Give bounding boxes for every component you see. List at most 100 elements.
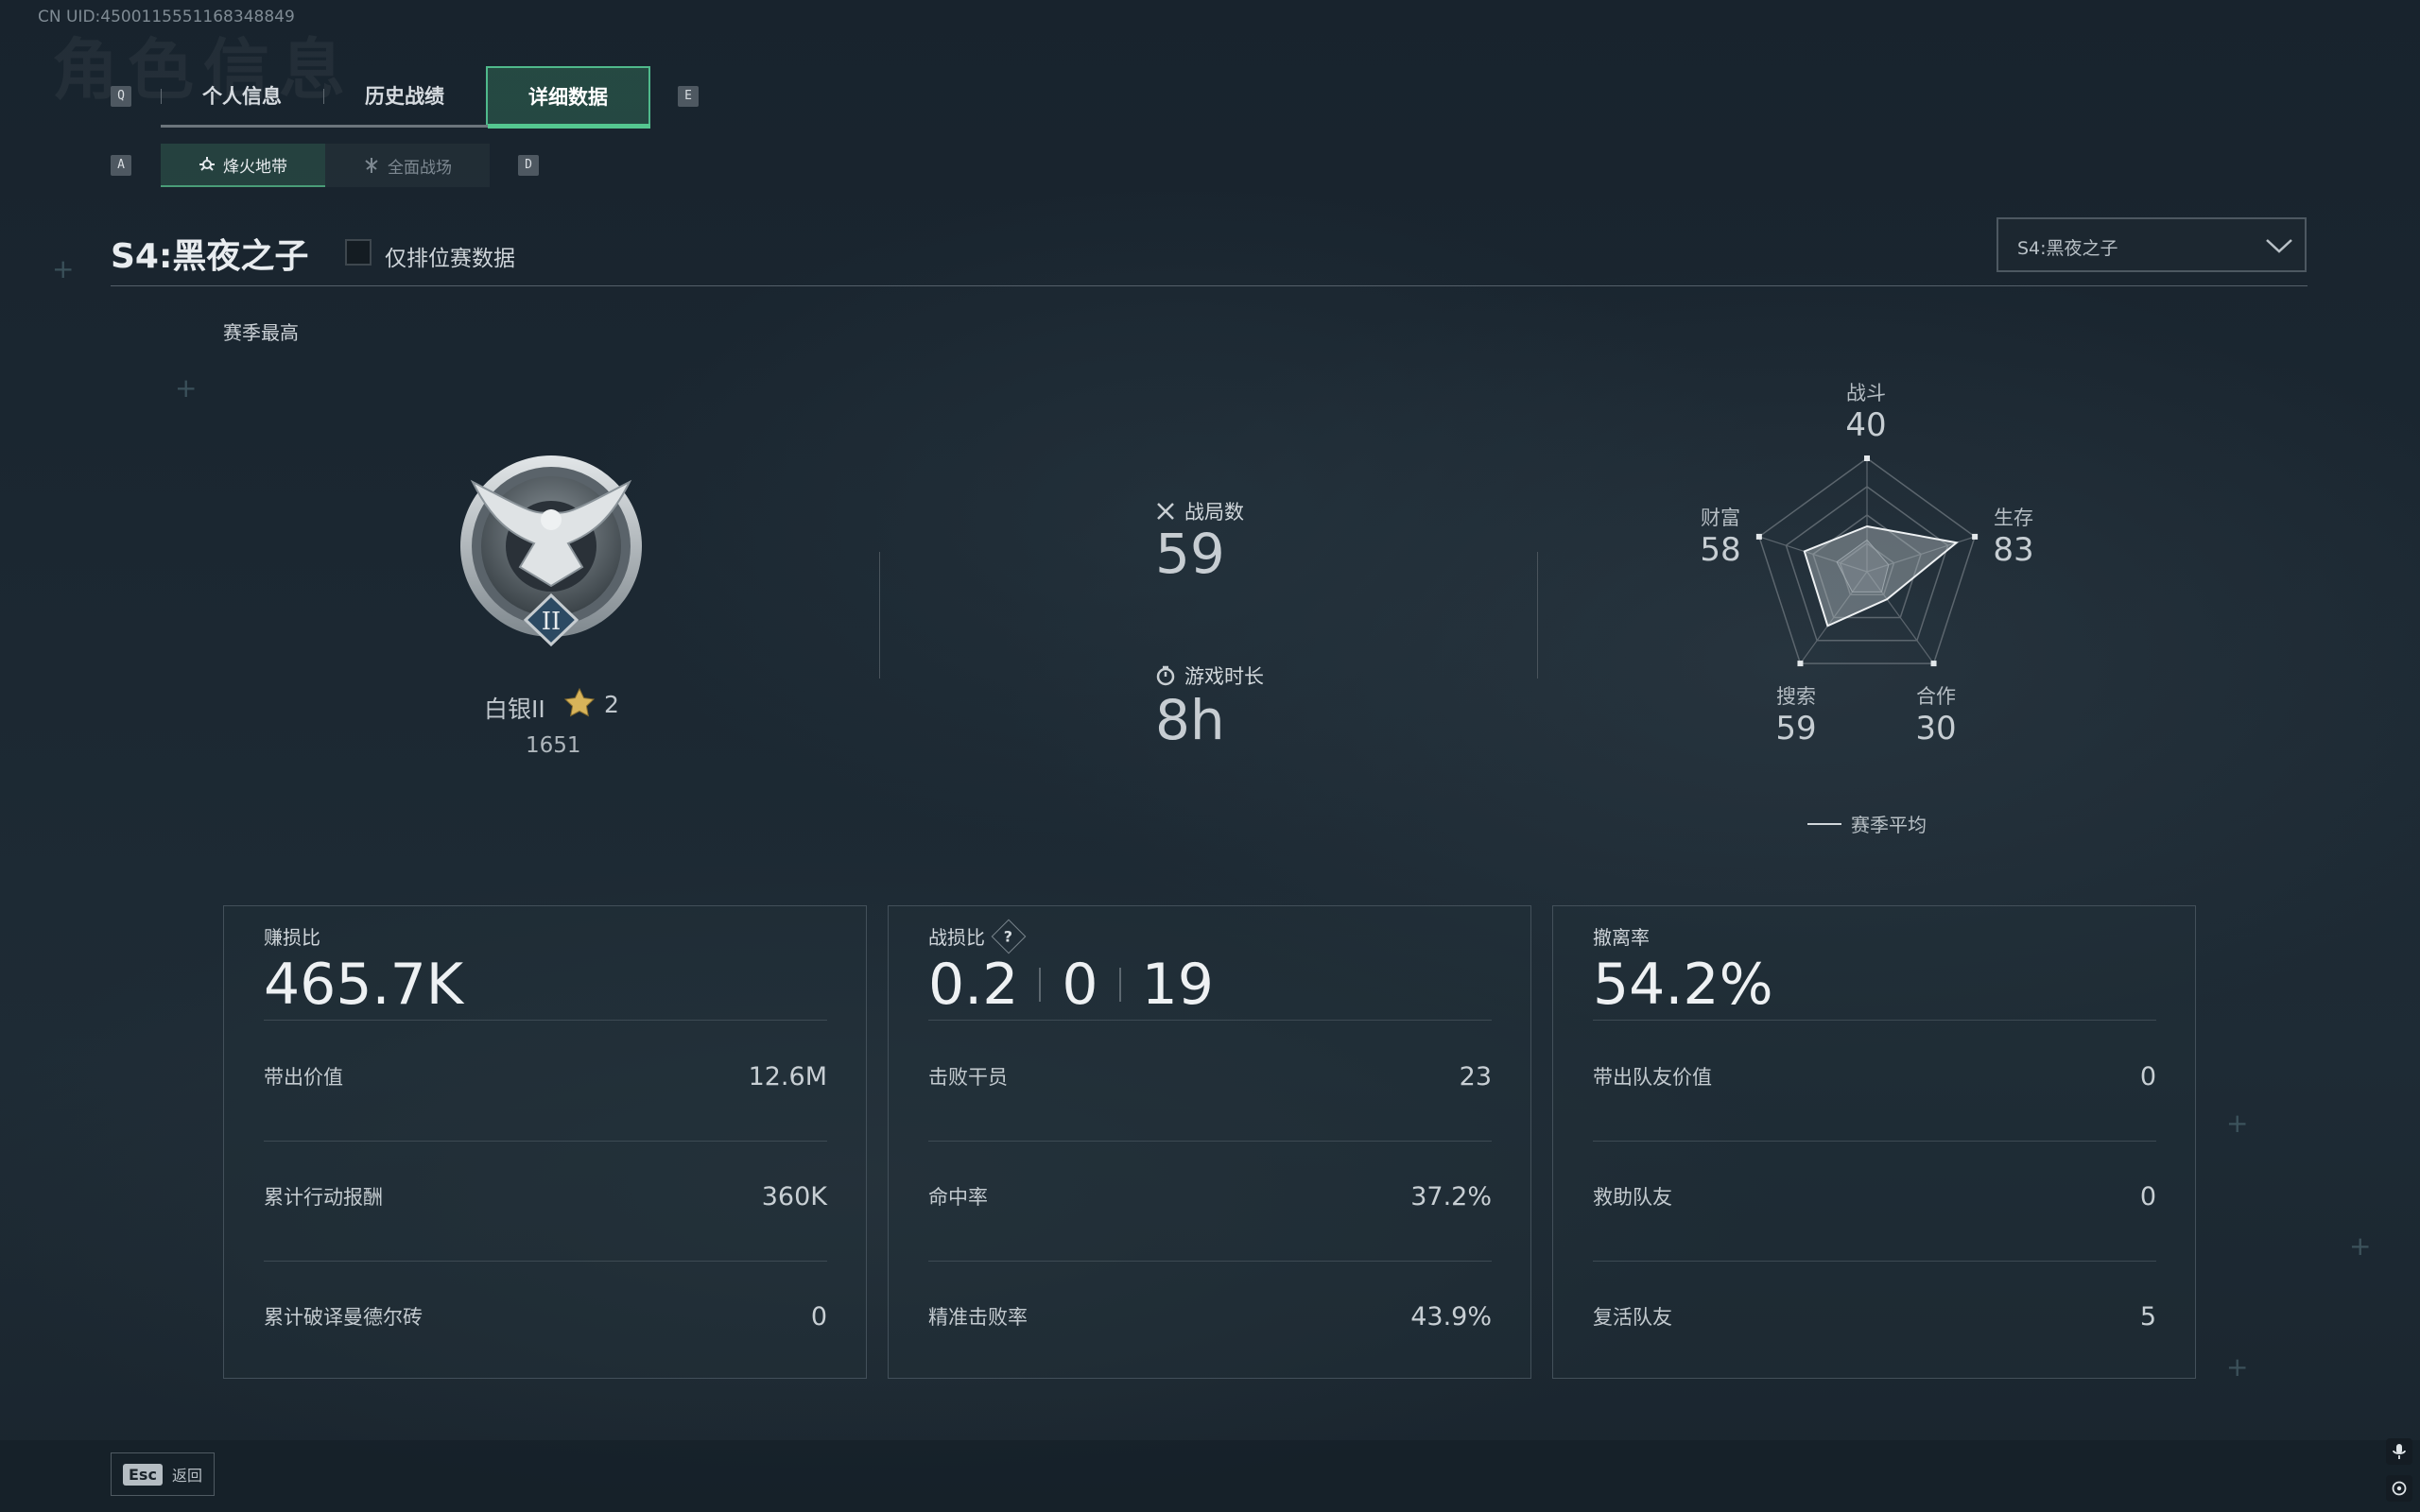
radar-label-combat: 战斗 bbox=[1846, 382, 1886, 404]
deaths-value: 19 bbox=[1141, 952, 1214, 1018]
decorative-plus: + bbox=[2226, 1108, 2249, 1139]
tab-divider bbox=[161, 89, 162, 104]
radar-axis-combat: 战斗 40 bbox=[1828, 378, 1904, 444]
kd-ratio-value: 0.2 bbox=[928, 952, 1019, 1018]
crossed-swords-icon bbox=[1157, 503, 1174, 520]
battlefield-icon bbox=[365, 158, 378, 173]
radar-vertex-marker bbox=[1930, 661, 1937, 667]
radar-value-survival: 83 bbox=[1993, 531, 2034, 569]
stat-value: 12.6M bbox=[748, 1062, 827, 1091]
radar-axis-search: 搜索 59 bbox=[1758, 681, 1834, 747]
tab-personal-info[interactable]: 个人信息 bbox=[161, 66, 323, 125]
stat-row: 命中率 37.2% bbox=[928, 1182, 1492, 1211]
panel-title: 战损比 bbox=[928, 926, 985, 949]
microphone-icon[interactable] bbox=[2386, 1438, 2412, 1465]
radar-axis-survival: 生存 83 bbox=[1976, 503, 2051, 569]
panel-big-value: 54.2% bbox=[1593, 952, 1773, 1018]
panel-divider bbox=[264, 1141, 827, 1142]
panel-divider bbox=[928, 1261, 1492, 1262]
header-divider bbox=[111, 285, 2308, 286]
tab-divider bbox=[323, 89, 324, 104]
rank-score: 1651 bbox=[526, 733, 581, 758]
section-divider bbox=[879, 552, 880, 679]
legend-season-average: 赛季平均 bbox=[1851, 814, 1927, 836]
radar-value-cooperation: 30 bbox=[1915, 710, 1957, 747]
radar-value-combat: 40 bbox=[1845, 406, 1887, 444]
panel-kd-ratio: 战损比? 0.2 0 19 击败干员 23 命中率 37.2% 精准击败率 43.9% bbox=[888, 905, 1531, 1379]
settings-icon[interactable] bbox=[2386, 1475, 2412, 1502]
decorative-plus: + bbox=[2349, 1230, 2372, 1262]
tab-full-battlefield[interactable]: 全面战场 bbox=[325, 144, 490, 187]
panel-divider bbox=[264, 1261, 827, 1262]
panel-profit-loss: 赚损比 465.7K 带出价值 12.6M 累计行动报酬 360K 累计破译曼德尔砖… bbox=[223, 905, 867, 1379]
stat-label: 累计破译曼德尔砖 bbox=[264, 1306, 423, 1329]
ranked-only-label[interactable]: 仅排位赛数据 bbox=[385, 240, 515, 272]
key-hint-q: Q bbox=[111, 86, 131, 107]
kills-value: 0 bbox=[1062, 952, 1098, 1018]
stat-label: 救助队友 bbox=[1593, 1186, 1672, 1209]
season-dropdown-value: S4:黑夜之子 bbox=[2017, 238, 2118, 259]
value-divider bbox=[1118, 968, 1121, 1002]
panel-divider bbox=[928, 1141, 1492, 1142]
radar-axis-cooperation: 合作 30 bbox=[1898, 681, 1974, 747]
radar-vertex-marker bbox=[1864, 455, 1870, 461]
panel-title: 赚损比 bbox=[264, 926, 320, 949]
back-button[interactable]: Esc 返回 bbox=[111, 1452, 215, 1496]
panel-big-value: 465.7K bbox=[264, 952, 464, 1018]
mode-tab-bar: 烽火地带 全面战场 bbox=[161, 144, 490, 187]
star-icon bbox=[563, 687, 596, 717]
matches-value: 59 bbox=[1155, 522, 1225, 586]
panel-divider bbox=[1593, 1020, 2156, 1021]
radar-label-cooperation: 合作 bbox=[1916, 685, 1956, 708]
rank-name: 白银II bbox=[484, 696, 545, 723]
stat-label: 击败干员 bbox=[928, 1066, 1008, 1089]
chevron-down-icon bbox=[2266, 239, 2292, 253]
playtime-label: 游戏时长 bbox=[1184, 665, 1264, 688]
tab-detailed-data[interactable]: 详细数据 bbox=[486, 66, 650, 125]
stat-value: 0 bbox=[2139, 1062, 2156, 1091]
stat-row: 带出价值 12.6M bbox=[264, 1062, 827, 1091]
panel-extraction-rate: 撤离率 54.2% 带出队友价值 0 救助队友 0 复活队友 5 bbox=[1552, 905, 2196, 1379]
season-best-label: 赛季最高 bbox=[223, 321, 299, 344]
tab-match-history[interactable]: 历史战绩 bbox=[323, 66, 486, 125]
key-hint-a: A bbox=[111, 155, 131, 176]
help-icon[interactable]: ? bbox=[991, 919, 1027, 954]
decorative-plus: + bbox=[175, 372, 198, 404]
flame-zone-icon bbox=[199, 157, 215, 171]
playtime-label-group: 游戏时长 bbox=[1155, 662, 1264, 690]
stat-label: 带出价值 bbox=[264, 1066, 343, 1089]
radar-vertex-marker bbox=[1797, 661, 1804, 667]
ranked-only-checkbox[interactable] bbox=[345, 239, 372, 266]
radar-value-wealth: 58 bbox=[1700, 531, 1741, 569]
key-hint-d: D bbox=[518, 155, 539, 176]
stat-value: 37.2% bbox=[1410, 1182, 1492, 1211]
radar-legend: 赛季平均 bbox=[1807, 810, 1927, 837]
stat-row: 救助队友 0 bbox=[1593, 1182, 2156, 1211]
esc-key-hint: Esc bbox=[123, 1463, 163, 1486]
stat-row: 击败干员 23 bbox=[928, 1062, 1492, 1091]
rank-badge-numeral: II bbox=[542, 608, 562, 636]
decorative-plus: + bbox=[52, 253, 75, 284]
stat-label: 复活队友 bbox=[1593, 1306, 1672, 1329]
playtime-value: 8h bbox=[1155, 688, 1225, 752]
radar-label-search: 搜索 bbox=[1776, 685, 1816, 708]
stat-row: 带出队友价值 0 bbox=[1593, 1062, 2156, 1091]
stat-label: 精准击败率 bbox=[928, 1306, 1028, 1329]
stat-value: 360K bbox=[761, 1182, 827, 1211]
season-title: S4:黑夜之子 bbox=[111, 237, 309, 276]
stat-value: 0 bbox=[2139, 1182, 2156, 1211]
tab-flame-zone[interactable]: 烽火地带 bbox=[161, 144, 325, 187]
radar-label-wealth: 财富 bbox=[1701, 507, 1740, 529]
user-uid: CN UID:4500115551168348849 bbox=[38, 8, 295, 26]
stat-label: 命中率 bbox=[928, 1186, 988, 1209]
legend-line-swatch bbox=[1807, 822, 1841, 825]
season-dropdown[interactable]: S4:黑夜之子 bbox=[1996, 217, 2307, 272]
panel-title: 撤离率 bbox=[1593, 926, 1650, 949]
rank-badge-icon: II bbox=[460, 455, 642, 647]
stat-label: 累计行动报酬 bbox=[264, 1186, 383, 1209]
radar-chart bbox=[1755, 455, 1979, 667]
stat-row: 精准击败率 43.9% bbox=[928, 1302, 1492, 1332]
help-icon-glyph: ? bbox=[1004, 927, 1013, 945]
decorative-plus: + bbox=[2226, 1351, 2249, 1383]
key-hint-e: E bbox=[678, 86, 699, 107]
